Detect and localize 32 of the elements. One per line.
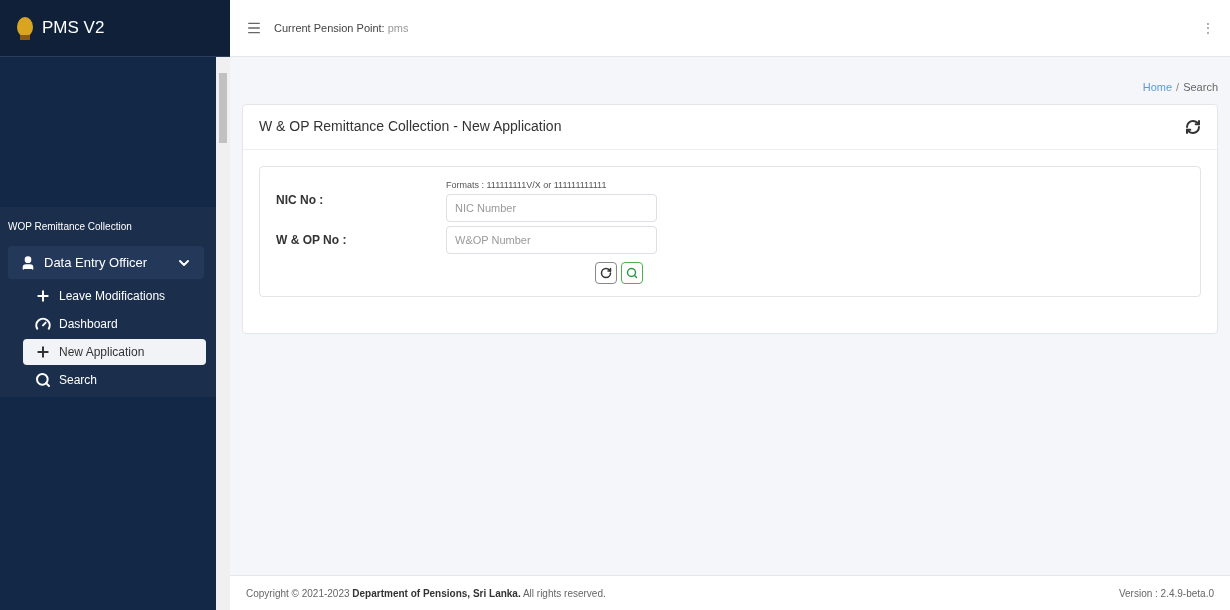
more-button[interactable]: ⋮ (1202, 19, 1214, 37)
menu-icon[interactable] (246, 20, 262, 36)
sidebar-item[interactable]: Dashboard (23, 311, 206, 337)
version-text: Version : 2.4.9-beta.0 (1118, 586, 1214, 601)
search-button[interactable] (621, 262, 643, 284)
breadcrumb-current: Search (1183, 80, 1218, 95)
card-title: W & OP Remittance Collection - New Application (259, 117, 563, 136)
reset-button[interactable] (595, 262, 617, 284)
sidebar-item[interactable]: Leave Modifications (23, 283, 206, 309)
menu-group[interactable]: Data Entry Officer (8, 246, 204, 279)
search-icon (35, 372, 51, 388)
search-icon (626, 267, 638, 279)
gauge-icon (35, 316, 51, 332)
sidebar-item[interactable]: Search (23, 367, 206, 393)
field-label: W & OP No : (276, 232, 348, 249)
plus-icon (35, 344, 51, 360)
emblem-icon (16, 15, 34, 41)
scrollbar[interactable] (216, 57, 230, 610)
plus-icon (35, 288, 51, 304)
breadcrumb-separator: / (1176, 80, 1180, 95)
input-field[interactable]: NIC Number (446, 194, 657, 222)
section-label: WOP Remittance Collection (7, 220, 133, 234)
copyright-text: Copyright © 2021-2023 Department of Pensions, Sri Lanka. All rights reserved. (246, 586, 607, 601)
refresh-icon[interactable] (1185, 118, 1201, 135)
field-label: NIC No : (276, 192, 325, 210)
pension-point-label: Current Pension Point: pms (274, 20, 409, 36)
format-hint: Formats : 111111111V/X or 111111111111 (446, 178, 608, 192)
user-icon (20, 254, 36, 271)
sidebar-item[interactable]: New Application (23, 339, 206, 365)
app-title: PMS V2 (42, 17, 105, 40)
input-field[interactable]: W&OP Number (446, 226, 657, 254)
reset-icon (600, 267, 612, 279)
